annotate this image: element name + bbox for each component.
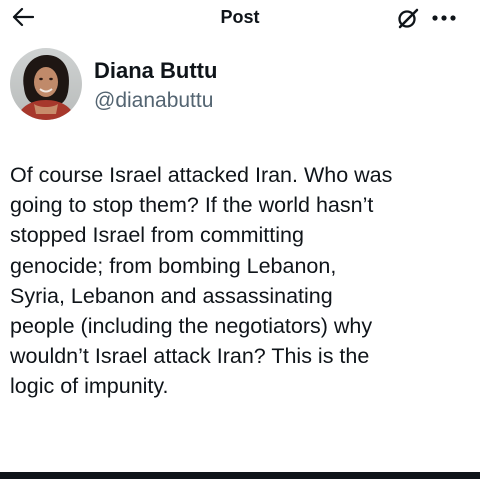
tweet-text-line: Of course Israel attacked Iran. Who was xyxy=(10,163,393,187)
tweet-text-line: people (including the negotiators) why xyxy=(10,314,373,339)
bottom-divider xyxy=(0,472,480,479)
tweet-text-line: going to stop them? If the world hasn’t xyxy=(10,193,374,218)
author-handle[interactable]: @dianabuttu xyxy=(94,88,213,114)
top-bar: Post xyxy=(0,0,480,36)
more-options-button[interactable] xyxy=(428,4,460,32)
tweet-text-line: logic of impunity. xyxy=(10,374,169,399)
tweet-text-line: genocide; from bombing Lebanon, xyxy=(10,253,337,278)
more-horizontal-icon xyxy=(432,15,456,21)
avatar-image xyxy=(10,48,82,120)
tweet-text: Of course Israel attacked Iran. Who was … xyxy=(10,160,475,402)
tweet-text-line: stopped Israel from committing xyxy=(10,223,304,248)
avatar[interactable] xyxy=(10,48,82,120)
grok-icon xyxy=(398,8,419,29)
grok-button[interactable] xyxy=(394,4,422,32)
author-name[interactable]: Diana Buttu xyxy=(94,58,217,84)
tweet-text-line: wouldn’t Israel attack Iran? This is the xyxy=(10,344,370,369)
tweet-text-line: Syria, Lebanon and assassinating xyxy=(10,283,333,308)
